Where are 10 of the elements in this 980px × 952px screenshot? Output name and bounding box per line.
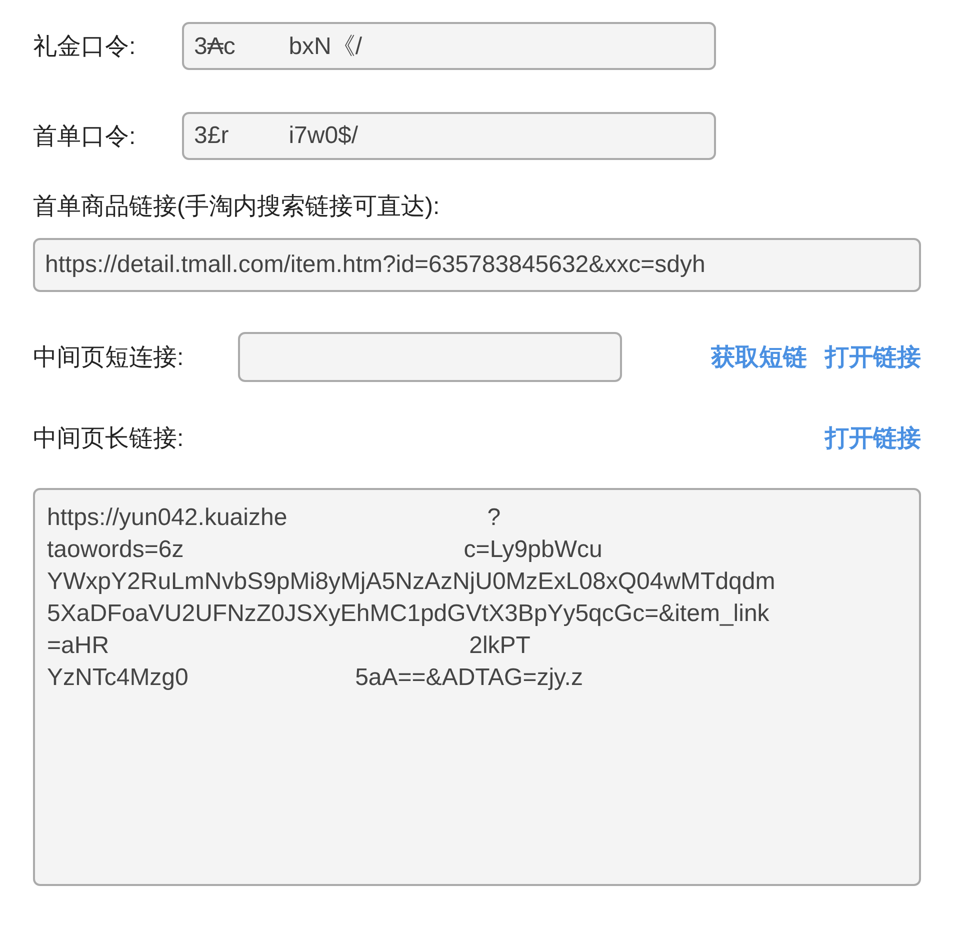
input-field[interactable]: 3₳c bxN《/ <box>182 22 716 70</box>
field-label: 中间页短连接: <box>33 343 185 373</box>
input-field[interactable]: https://detail.tmall.com/item.htm?id=635783845632&xxc=sdyh <box>33 238 921 292</box>
field-label: 中间页长链接: <box>33 424 184 454</box>
input-field[interactable]: 3£r i7w0$/ <box>182 112 716 160</box>
field-label: 礼金口令: <box>33 32 137 62</box>
input-field[interactable] <box>238 332 622 382</box>
field-label: 首单商品链接(手淘内搜索链接可直达): <box>33 192 440 222</box>
text-area[interactable]: https://yun042.kuaizhe ? taowords=6z c=Ly9pbWcu YWxpY2RuLmNvbS9pMi8yMjA5NzAzNjU0MzExL08xQ04wMTdqdm 5XaDFoaVU2UFNzZ0JSXyEhMC1pdGVtX3BpYy5qcGc=&item_link =aHR 2lkPT YzNTc4Mzg0 5aA==&ADTAG=zjy.z <box>33 488 921 886</box>
field-label: 首单口令: <box>33 122 137 152</box>
